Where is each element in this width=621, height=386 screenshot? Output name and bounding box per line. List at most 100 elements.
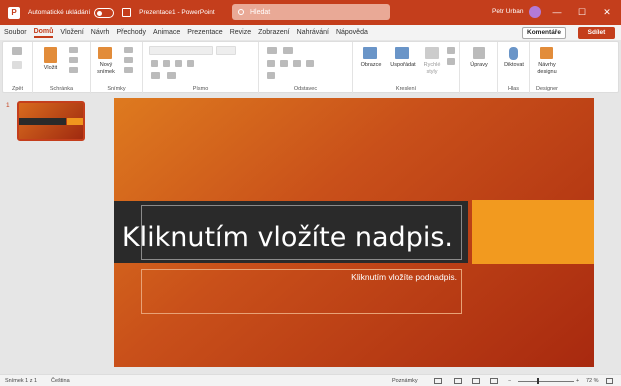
- slide-count: Snímek 1 z 1: [5, 378, 38, 384]
- zoom-slider-thumb[interactable]: [537, 378, 539, 384]
- drawing-group: Obrazce Uspořádat Rychlé styly Kreslení: [353, 42, 460, 94]
- status-bar: Snímek 1 z 1 Čeština Poznámky − + 72 %: [0, 374, 621, 386]
- layout-icon[interactable]: [124, 47, 133, 53]
- user-name[interactable]: Petr Urban: [492, 8, 523, 15]
- zoom-out-icon[interactable]: −: [508, 378, 511, 384]
- paragraph-group: Odstavec: [259, 42, 353, 94]
- tab-transitions[interactable]: Přechody: [116, 29, 146, 36]
- new-slide-icon[interactable]: [98, 47, 112, 59]
- slide-number: 1: [6, 102, 10, 109]
- underline-icon[interactable]: [175, 60, 182, 67]
- shape-fill-icon[interactable]: [447, 47, 455, 54]
- share-button[interactable]: Sdílet: [578, 27, 615, 39]
- tab-review[interactable]: Revize: [230, 29, 251, 36]
- zoom-level[interactable]: 72 %: [586, 378, 599, 384]
- shape-outline-icon[interactable]: [447, 58, 455, 65]
- tab-file[interactable]: Soubor: [4, 29, 27, 36]
- cut-icon[interactable]: [69, 47, 78, 53]
- tab-slideshow[interactable]: Prezentace: [187, 29, 222, 36]
- subtitle-placeholder[interactable]: Kliknutím vložíte podnadpis.: [141, 269, 462, 314]
- editing-group: Úpravy: [460, 42, 498, 94]
- normal-view-icon[interactable]: [434, 378, 442, 384]
- shapes-icon[interactable]: [363, 47, 377, 59]
- dictate-label[interactable]: Diktovat: [498, 62, 530, 69]
- document-title: Prezentace1 - PowerPoint: [139, 9, 215, 16]
- reading-view-icon[interactable]: [472, 378, 480, 384]
- quick-styles-label-2[interactable]: styly: [419, 69, 445, 76]
- italic-icon[interactable]: [163, 60, 170, 67]
- new-slide-label-1[interactable]: Nový: [92, 62, 120, 69]
- char-spacing-icon[interactable]: [167, 72, 176, 79]
- design-ideas-label-1[interactable]: Návrhy: [530, 62, 564, 69]
- editing-icon[interactable]: [473, 47, 485, 59]
- search-placeholder: Hledat: [250, 8, 271, 16]
- zoom-in-icon[interactable]: +: [576, 378, 579, 384]
- slide-canvas[interactable]: Kliknutím vložíte nadpis. Kliknutím vlož…: [114, 98, 594, 367]
- slide-thumbnail[interactable]: [17, 101, 85, 141]
- autosave-toggle[interactable]: [94, 7, 115, 18]
- bold-icon[interactable]: [151, 60, 158, 67]
- save-icon[interactable]: [122, 8, 132, 17]
- zoom-slider[interactable]: [518, 381, 574, 382]
- close-button[interactable]: ✕: [601, 6, 613, 18]
- thumbnail-title-band: [19, 118, 66, 125]
- align-right-icon[interactable]: [293, 60, 301, 67]
- redo-icon[interactable]: [12, 61, 22, 69]
- group-label-drawing: Kreslení: [395, 86, 417, 92]
- bullets-icon[interactable]: [267, 47, 277, 54]
- paste-icon[interactable]: [44, 47, 57, 63]
- slideshow-view-icon[interactable]: [490, 378, 498, 384]
- language[interactable]: Čeština: [51, 378, 70, 384]
- tab-insert[interactable]: Vložení: [60, 29, 83, 36]
- undo-icon[interactable]: [12, 47, 22, 55]
- design-ideas-label-2[interactable]: designu: [530, 69, 564, 76]
- quick-styles-label-1[interactable]: Rychlé: [419, 62, 445, 69]
- subtitle-placeholder-text: Kliknutím vložíte podnadpis.: [351, 272, 457, 282]
- tab-help[interactable]: Nápověda: [336, 29, 368, 36]
- slide-sorter-icon[interactable]: [454, 378, 462, 384]
- editing-label[interactable]: Úpravy: [462, 62, 496, 69]
- notes-button[interactable]: Poznámky: [392, 378, 418, 384]
- format-painter-icon[interactable]: [69, 67, 78, 73]
- align-left-icon[interactable]: [267, 60, 275, 67]
- font-size-select[interactable]: [216, 46, 236, 55]
- tab-animations[interactable]: Animace: [153, 29, 180, 36]
- font-family-select[interactable]: [149, 46, 213, 55]
- microphone-icon[interactable]: [509, 47, 518, 60]
- arrange-icon[interactable]: [395, 47, 409, 59]
- font-group: Písmo: [143, 42, 259, 94]
- copy-icon[interactable]: [69, 57, 78, 63]
- title-placeholder-text: Kliknutím vložíte nadpis.: [121, 222, 453, 253]
- shapes-label[interactable]: Obrazce: [355, 62, 387, 69]
- new-slide-label-2[interactable]: snímek: [92, 69, 120, 76]
- title-placeholder[interactable]: Kliknutím vložíte nadpis.: [122, 205, 462, 260]
- tab-design[interactable]: Návrh: [91, 29, 110, 36]
- maximize-button[interactable]: ☐: [576, 6, 588, 18]
- design-ideas-icon[interactable]: [540, 47, 553, 59]
- tab-view[interactable]: Zobrazení: [258, 29, 290, 36]
- paste-button-label[interactable]: Vložit: [38, 65, 63, 72]
- search-box[interactable]: Hledat: [232, 4, 390, 20]
- group-label-slides: Snímky: [107, 86, 126, 92]
- tab-home[interactable]: Domů: [33, 28, 54, 38]
- numbering-icon[interactable]: [283, 47, 293, 54]
- section-icon[interactable]: [124, 67, 133, 73]
- voice-group: Diktovat Hlas: [498, 42, 530, 94]
- align-center-icon[interactable]: [280, 60, 288, 67]
- minimize-button[interactable]: —: [551, 6, 563, 18]
- arrange-label[interactable]: Uspořádat: [387, 62, 419, 69]
- group-label-clipboard: Schránka: [49, 86, 74, 92]
- avatar[interactable]: [529, 6, 541, 18]
- text-direction-icon[interactable]: [267, 72, 275, 79]
- designer-group: Návrhy designu Designer: [530, 42, 564, 94]
- autosave-label: Automatické ukládání: [28, 9, 91, 16]
- reset-icon[interactable]: [124, 57, 133, 63]
- thumbnail-accent: [67, 118, 83, 125]
- strikethrough-icon[interactable]: [187, 60, 194, 67]
- quick-styles-icon[interactable]: [425, 47, 439, 59]
- fit-slide-icon[interactable]: [606, 378, 613, 384]
- font-color-icon[interactable]: [151, 72, 160, 79]
- justify-icon[interactable]: [306, 60, 314, 67]
- tab-recording[interactable]: Nahrávání: [297, 29, 329, 36]
- comments-button[interactable]: Komentáře: [522, 27, 566, 39]
